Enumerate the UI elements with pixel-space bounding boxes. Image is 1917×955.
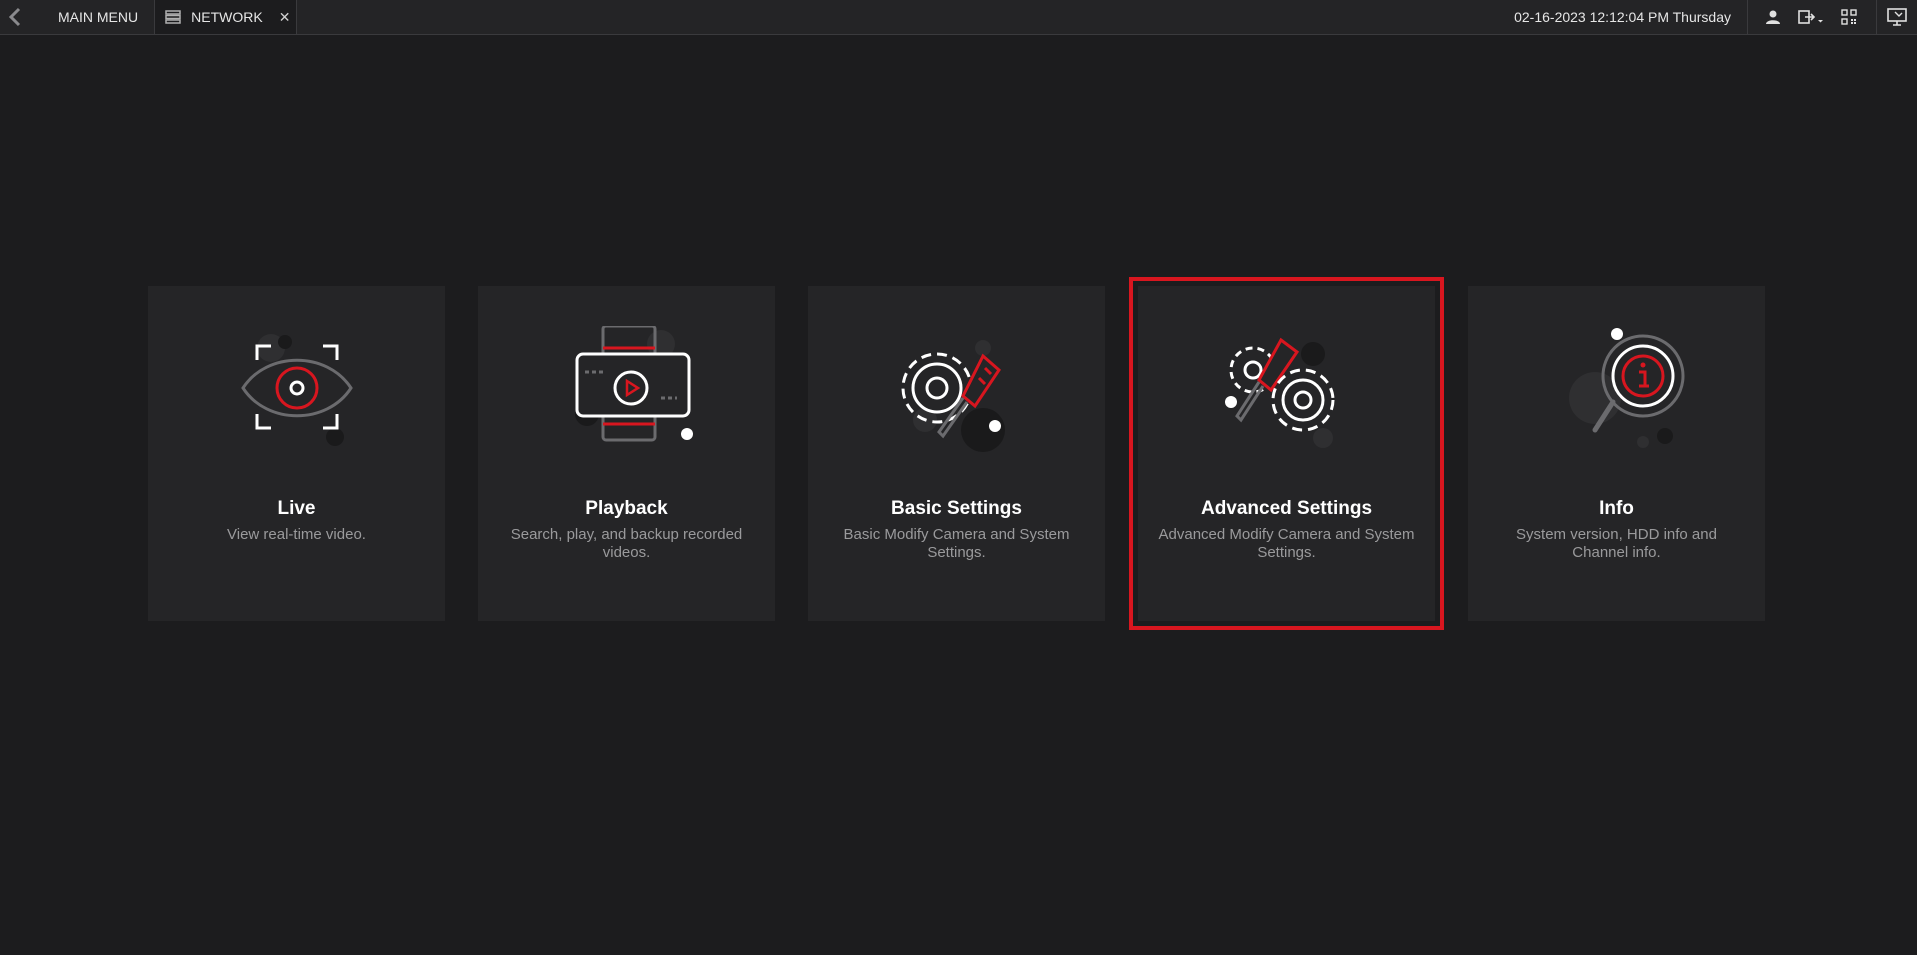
card-description: System version, HDD info and Channel inf… — [1516, 526, 1717, 561]
card-description: View real-time video. — [227, 526, 366, 543]
eye-icon — [240, 334, 353, 446]
back-button[interactable] — [0, 0, 30, 34]
card-live[interactable]: Live View real-time video. — [148, 286, 445, 621]
chevron-left-icon — [8, 7, 21, 27]
card-playback[interactable]: Playback Search, play, and backup record… — [478, 286, 775, 621]
settings-gear-screwdriver-icon — [901, 340, 1005, 452]
card-basic-settings[interactable]: Basic Settings Basic Modify Camera and S… — [808, 286, 1105, 621]
advanced-settings-icon — [1224, 337, 1334, 448]
tab-network-label: NETWORK — [191, 9, 263, 25]
top-bar: MAIN MENU NETWORK ✕ 02-16-2023 12:12:04 … — [0, 0, 1917, 35]
close-icon[interactable]: ✕ — [279, 9, 291, 26]
logout-icon — [1798, 10, 1823, 24]
card-info[interactable]: Info System version, HDD info and Channe… — [1468, 286, 1765, 621]
tab-network[interactable]: NETWORK ✕ — [155, 0, 298, 34]
card-description: Advanced Modify Camera and System Settin… — [1158, 526, 1415, 561]
playback-video-icon — [574, 326, 693, 442]
network-list-icon — [165, 10, 181, 24]
display-button[interactable] — [1876, 0, 1917, 34]
card-title: Advanced Settings — [1200, 498, 1373, 519]
card-description: Basic Modify Camera and System Settings. — [843, 526, 1070, 561]
datetime-display: 02-16-2023 12:12:04 PM Thursday — [1514, 0, 1748, 34]
card-description: Search, play, and backup recorded videos… — [510, 526, 743, 561]
logout-button[interactable] — [1792, 0, 1830, 34]
card-title: Basic Settings — [891, 498, 1022, 519]
card-title: Info — [1599, 498, 1634, 519]
qr-code-button[interactable] — [1830, 0, 1868, 34]
user-icon — [1766, 10, 1780, 24]
tab-main-menu-label: MAIN MENU — [58, 9, 139, 25]
card-advanced-settings[interactable]: Advanced Settings Advanced Modify Camera… — [1129, 277, 1444, 630]
info-magnifier-icon — [1568, 328, 1684, 448]
qr-code-icon — [1841, 9, 1857, 25]
card-title: Live — [277, 498, 316, 519]
card-title: Playback — [585, 498, 668, 519]
user-button[interactable] — [1754, 0, 1792, 34]
monitor-icon — [1887, 8, 1907, 26]
tab-main-menu[interactable]: MAIN MENU — [30, 0, 156, 34]
